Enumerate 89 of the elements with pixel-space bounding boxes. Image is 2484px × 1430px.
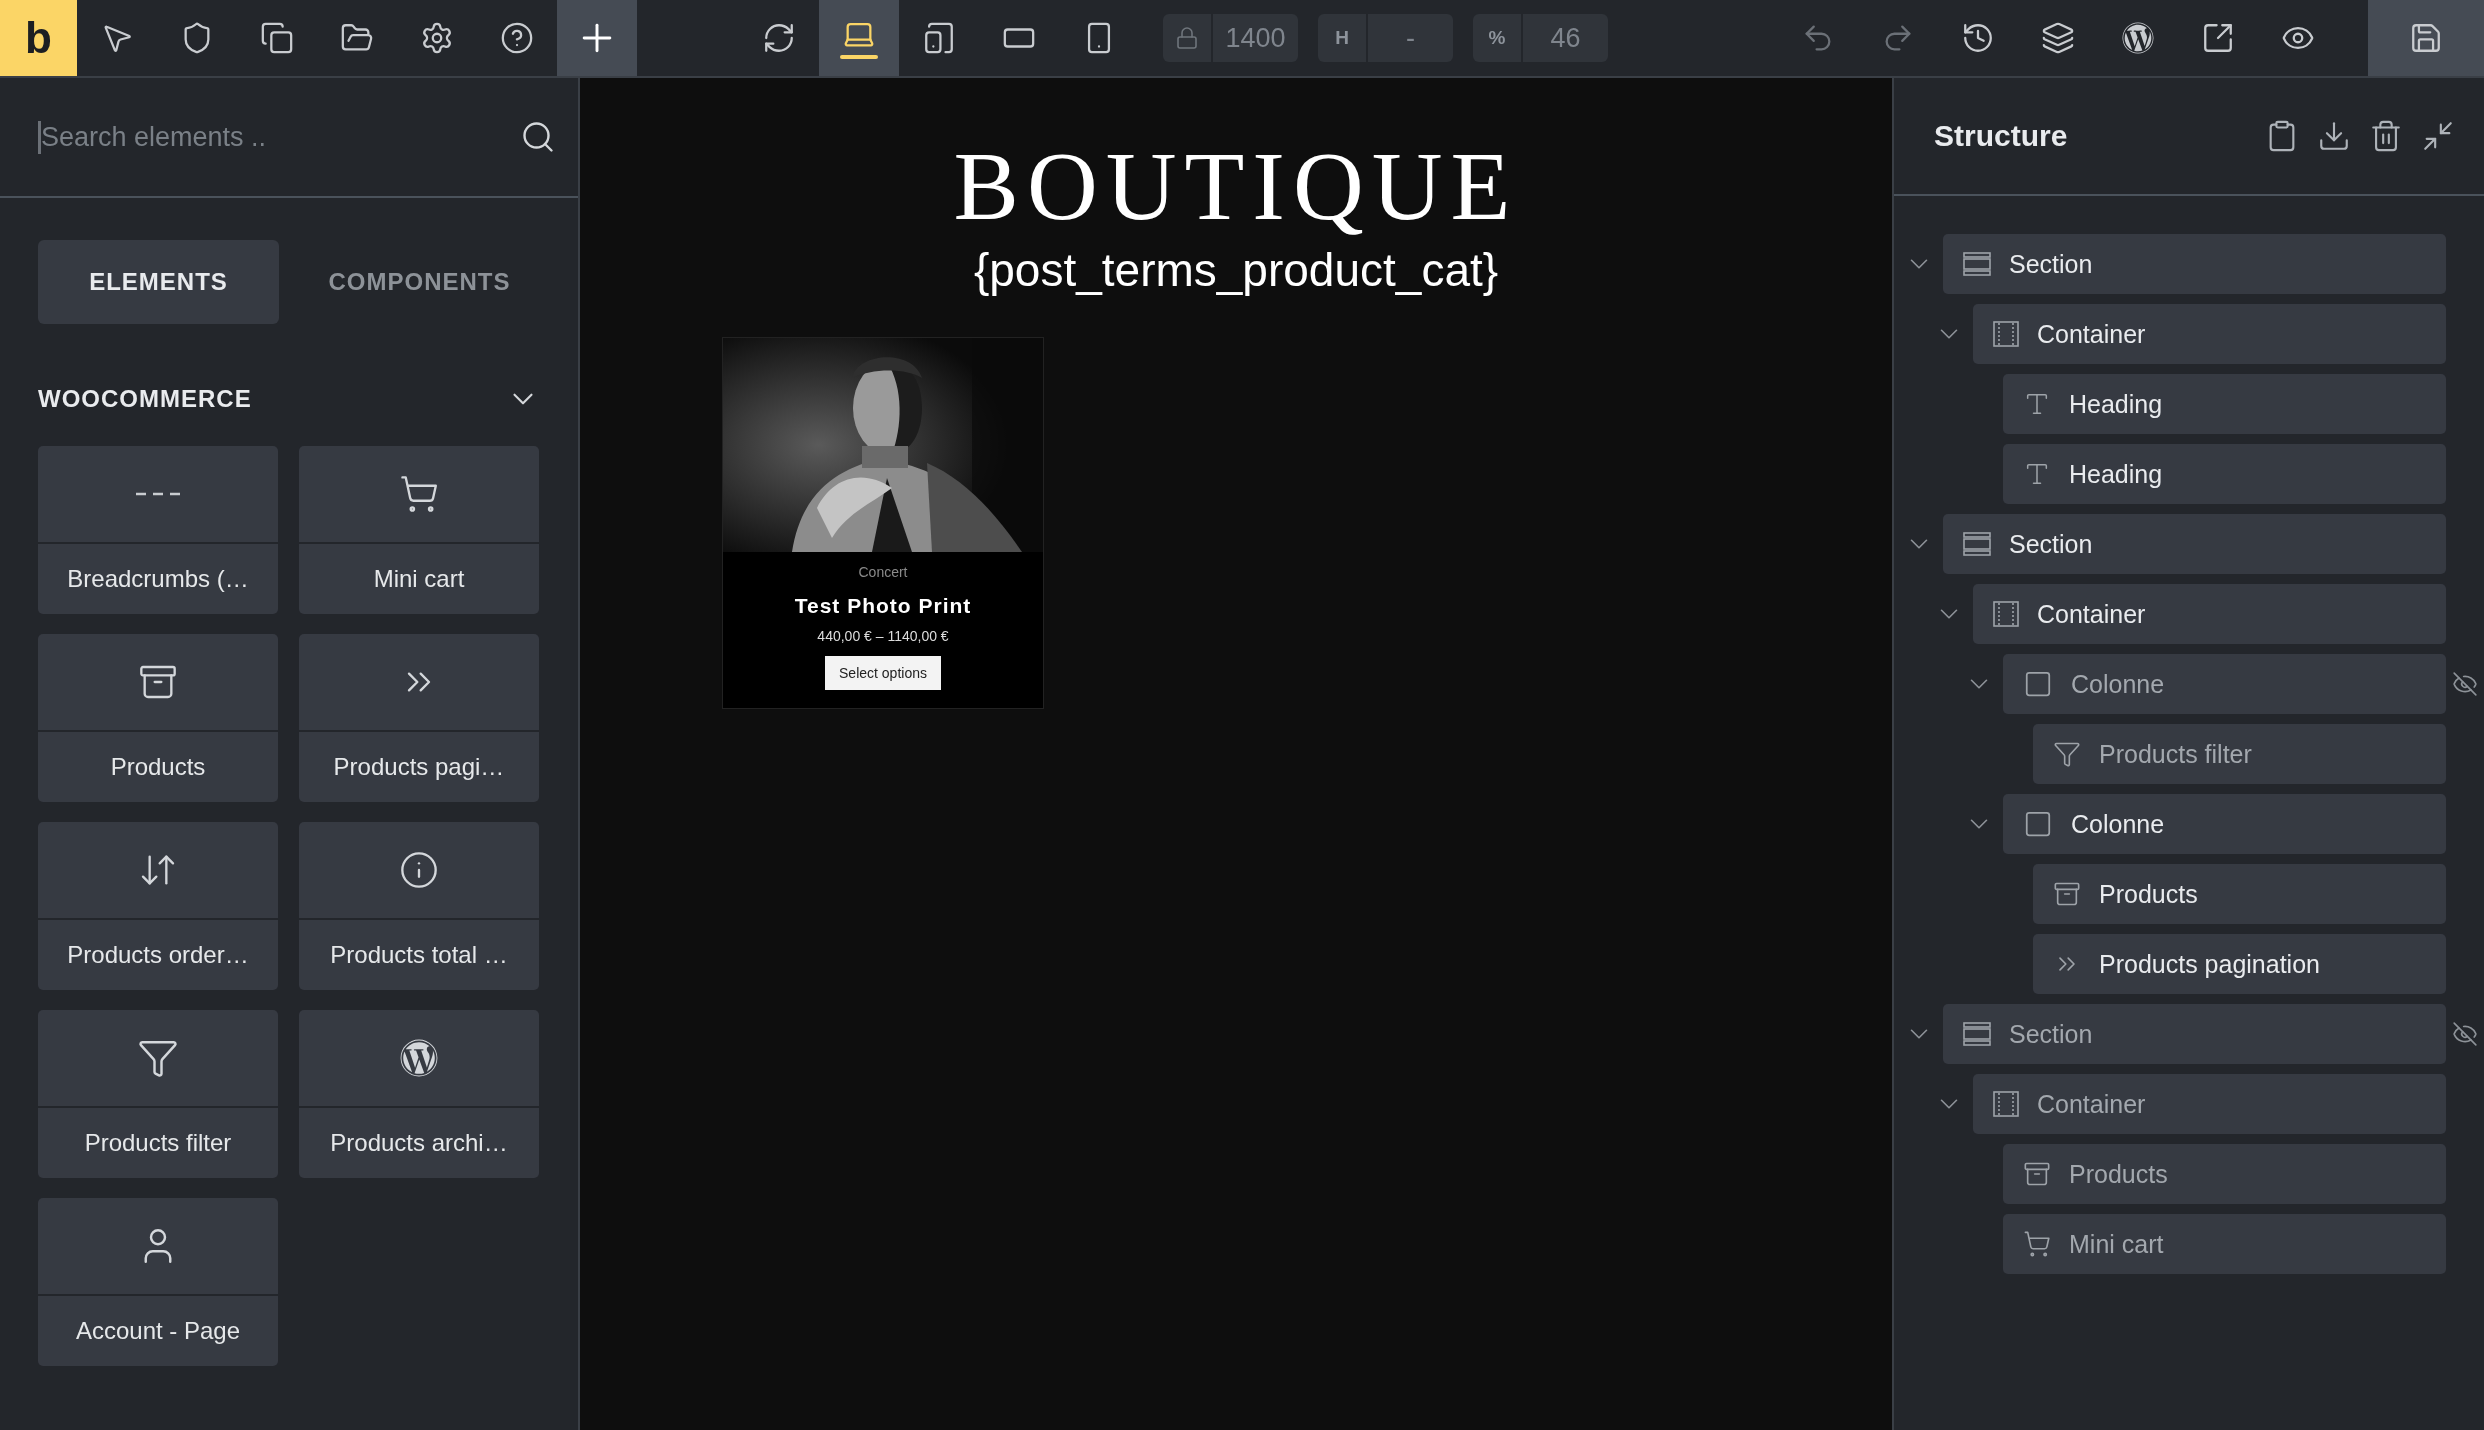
download-icon: [2317, 119, 2351, 153]
eye-off-icon[interactable]: [2452, 671, 2478, 697]
element-label: Account - Page: [74, 1316, 242, 1346]
element-card[interactable]: Breadcrumbs (…: [38, 446, 278, 614]
size-value: 46: [1549, 21, 1582, 55]
history-icon: [1961, 21, 1995, 55]
structure-item[interactable]: Mini cart: [2003, 1214, 2446, 1274]
element-card[interactable]: Account - Page: [38, 1198, 278, 1366]
archive-icon: [2023, 1160, 2051, 1188]
element-card[interactable]: Products pagi…: [299, 634, 539, 802]
element-card[interactable]: Products order…: [38, 822, 278, 990]
structure-item[interactable]: Heading: [2003, 374, 2446, 434]
field-label: %: [1473, 14, 1523, 62]
save-icon: [2409, 21, 2443, 55]
section-icon: [1963, 252, 1991, 276]
structure-item[interactable]: Container: [1973, 584, 2446, 644]
element-card[interactable]: Products filter: [38, 1010, 278, 1178]
product-name: Test Photo Print: [794, 593, 972, 618]
archive-icon: [2053, 880, 2081, 908]
element-label: Products archi…: [329, 1128, 509, 1158]
structure-item[interactable]: Section: [1943, 514, 2446, 574]
element-label: Products filter: [83, 1128, 233, 1158]
wordpress-icon: [400, 1039, 438, 1077]
structure-item[interactable]: Products filter: [2033, 724, 2446, 784]
panel-title: Structure: [1934, 119, 2069, 153]
size-value: -: [1405, 21, 1416, 55]
collapse-icon: [2421, 119, 2455, 153]
structure-item[interactable]: Products pagination: [2033, 934, 2446, 994]
refresh-icon: [762, 21, 796, 55]
wordpress-icon: [2122, 22, 2154, 54]
structure-item[interactable]: Products: [2033, 864, 2446, 924]
devices-icon: [922, 21, 956, 55]
square-icon: [2023, 809, 2053, 839]
layers-icon: [2041, 21, 2075, 55]
element-label: Products total …: [329, 940, 509, 970]
plus-button[interactable]: [557, 0, 637, 76]
settings-icon: [420, 21, 454, 55]
category-title: WOOCOMMERCE: [38, 385, 252, 413]
container-icon: [1993, 321, 2019, 347]
element-label: Mini cart: [372, 564, 466, 594]
structure-item[interactable]: Section: [1943, 1004, 2446, 1064]
field-label: H: [1318, 14, 1368, 62]
element-label: Products: [109, 752, 207, 782]
section-icon: [1963, 532, 1991, 556]
section-icon: [1963, 1022, 1991, 1046]
logo[interactable]: b: [0, 0, 77, 76]
size-field[interactable]: % 46: [1473, 14, 1608, 62]
tab[interactable]: COMPONENTS: [299, 240, 540, 324]
structure-item[interactable]: Container: [1973, 1074, 2446, 1134]
page-title: BOUTIQUE: [952, 131, 1520, 242]
size-field[interactable]: H -: [1318, 14, 1453, 62]
container-icon: [1993, 1091, 2019, 1117]
cart-icon: [399, 474, 439, 514]
select-options-button[interactable]: Select options: [825, 655, 941, 690]
container-icon: [1993, 601, 2019, 627]
lock-icon[interactable]: [1175, 26, 1199, 50]
element-label: Products order…: [66, 940, 250, 970]
product-price: 440,00 € – 1140,00 €: [817, 627, 949, 644]
element-label: Breadcrumbs (…: [66, 564, 250, 594]
info-icon: [399, 850, 439, 890]
element-card[interactable]: Products: [38, 634, 278, 802]
eye-off-icon[interactable]: [2452, 1021, 2478, 1047]
element-card[interactable]: Products total …: [299, 822, 539, 990]
element-card[interactable]: Mini cart: [299, 446, 539, 614]
help-icon: [500, 21, 534, 55]
structure-item[interactable]: Colonne: [2003, 794, 2446, 854]
structure-item[interactable]: Container: [1973, 304, 2446, 364]
structure-item[interactable]: Products: [2003, 1144, 2446, 1204]
pages-icon: [260, 21, 294, 55]
tab[interactable]: ELEMENTS: [38, 240, 279, 324]
search-icon[interactable]: [520, 119, 556, 155]
structure-item[interactable]: Heading: [2003, 444, 2446, 504]
structure-item[interactable]: Section: [1943, 234, 2446, 294]
structure-item[interactable]: Colonne: [2003, 654, 2446, 714]
laptop-button[interactable]: [819, 0, 899, 76]
external-link-icon: [2201, 21, 2235, 55]
save-button[interactable]: [2368, 0, 2484, 76]
size-value: 1400: [1224, 21, 1287, 55]
element-label: Products pagi…: [332, 752, 506, 782]
product-category: Concert: [858, 563, 908, 580]
cart-icon: [2023, 1230, 2051, 1258]
search-field[interactable]: Search elements ..: [38, 120, 508, 154]
square-icon: [2023, 669, 2053, 699]
category-header[interactable]: WOOCOMMERCE: [38, 382, 540, 416]
element-card[interactable]: Products archi…: [299, 1010, 539, 1178]
page-subtitle: {post_terms_product_cat}: [972, 242, 1500, 297]
filter-icon: [2053, 740, 2081, 768]
dashes-icon: [136, 491, 180, 497]
trash-icon: [2369, 119, 2403, 153]
